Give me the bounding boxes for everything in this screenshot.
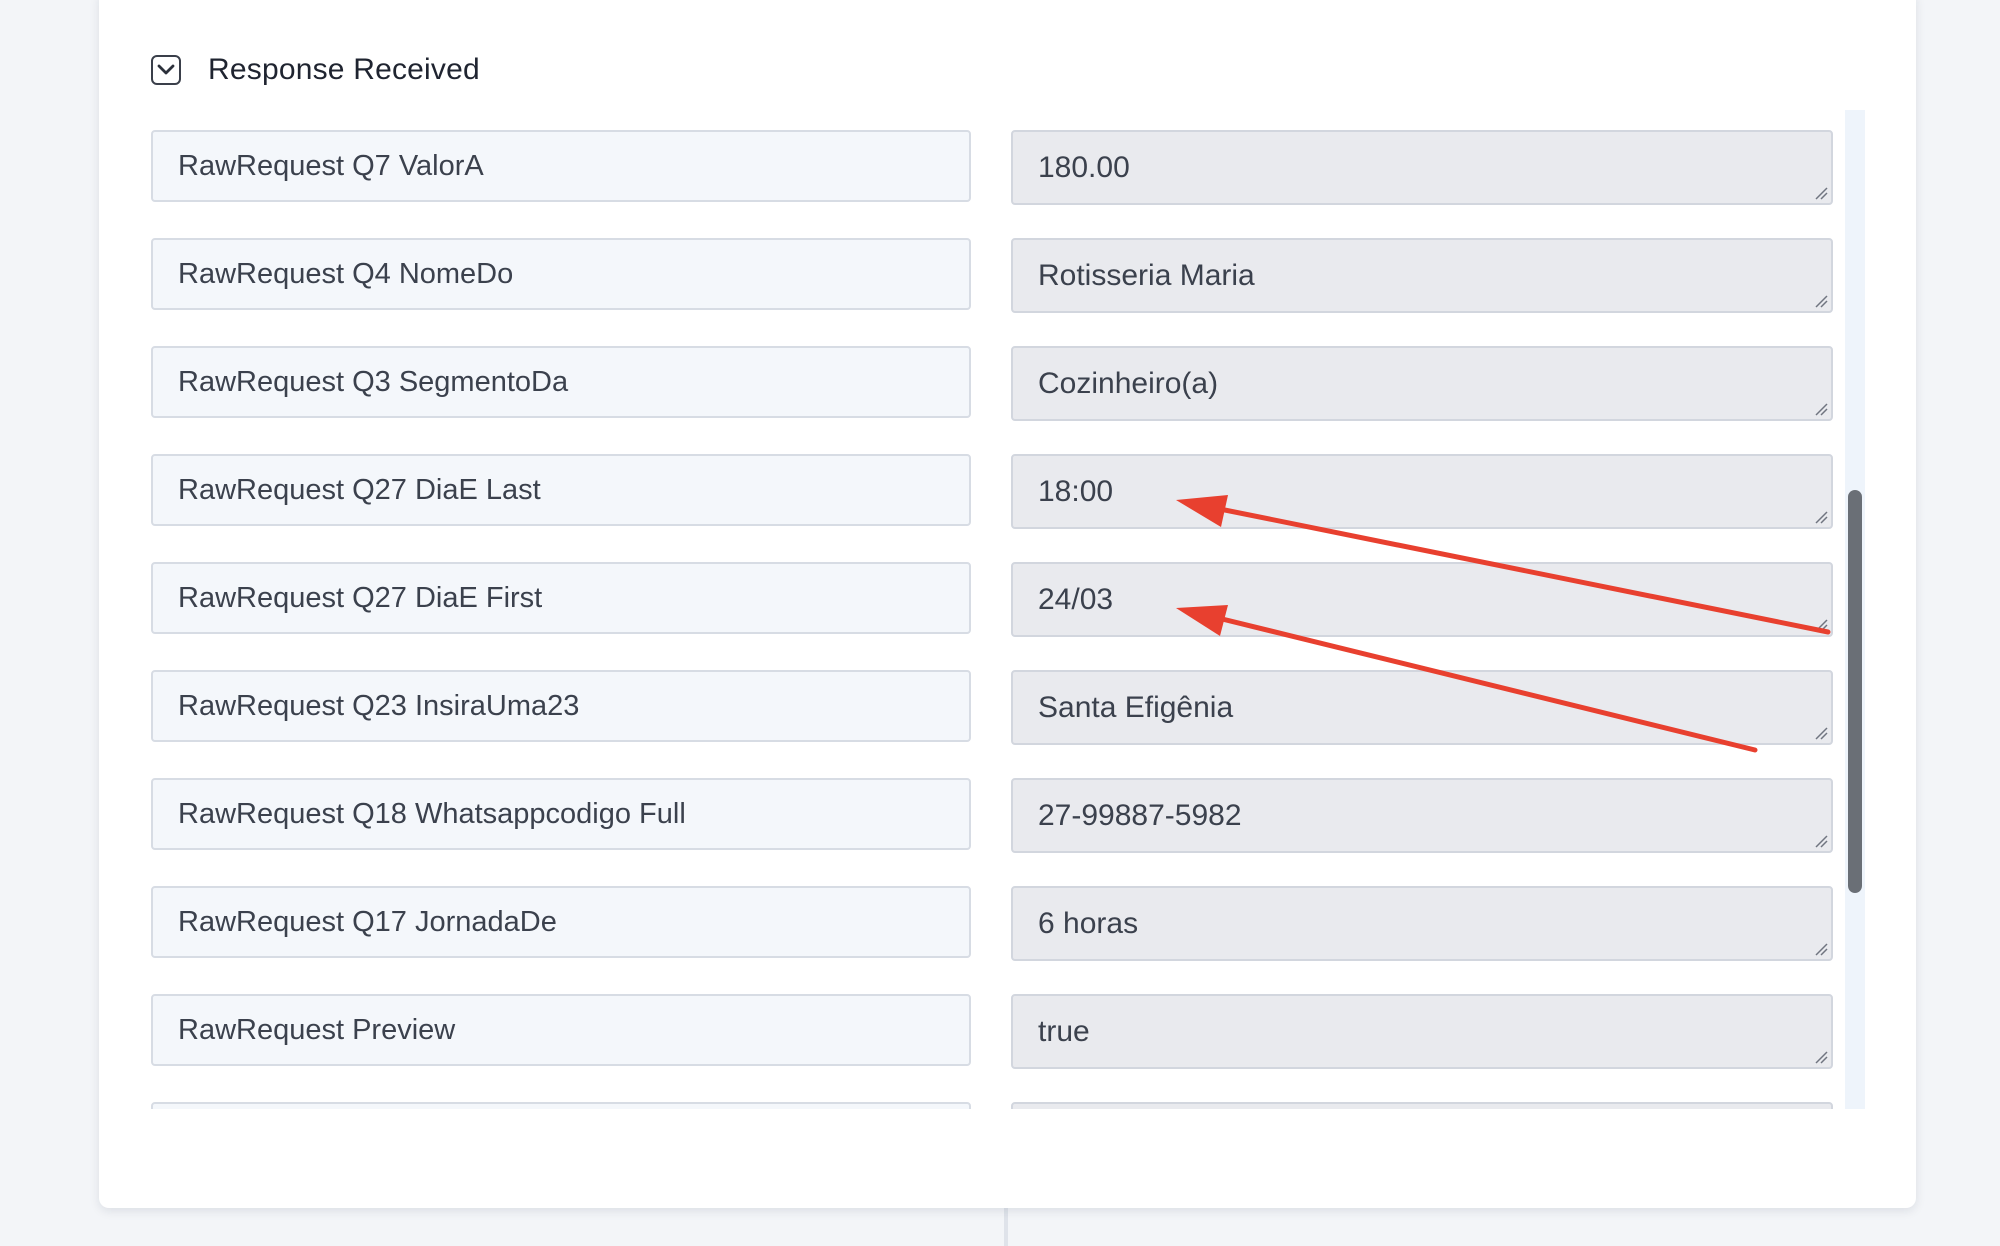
chevron-down-icon	[157, 64, 175, 75]
field-value-textarea[interactable]	[1011, 1102, 1833, 1109]
field-value-textarea[interactable]: 27-99887-5982	[1011, 778, 1833, 853]
connector-line	[1004, 1208, 1008, 1246]
field-value-text: 180.00	[1038, 150, 1130, 184]
field-value-textarea[interactable]: 6 horas	[1011, 886, 1833, 961]
field-value-text: Cozinheiro(a)	[1038, 366, 1219, 400]
field-key-input[interactable]: RawRequest Preview	[151, 994, 971, 1066]
resize-grip-icon[interactable]	[1814, 294, 1828, 308]
field-key-input[interactable]: RawRequest Q7 ValorA	[151, 130, 971, 202]
field-key-input[interactable]: RawRequest Q27 DiaE First	[151, 562, 971, 634]
resize-grip-icon[interactable]	[1814, 618, 1828, 632]
field-list: RawRequest Q7 ValorA 180.00 RawRequest Q…	[151, 110, 1863, 1109]
field-value-textarea[interactable]: 24/03	[1011, 562, 1833, 637]
field-value-textarea[interactable]: Rotisseria Maria	[1011, 238, 1833, 313]
field-value-text: 6 horas	[1038, 906, 1139, 940]
resize-grip-icon[interactable]	[1814, 726, 1828, 740]
resize-grip-icon[interactable]	[1814, 1050, 1828, 1064]
field-key-input[interactable]: RawRequest Q27 DiaE Last	[151, 454, 971, 526]
field-key-input[interactable]	[151, 1102, 971, 1109]
field-key-input[interactable]: RawRequest Q4 NomeDo	[151, 238, 971, 310]
field-value-text: Rotisseria Maria	[1038, 258, 1255, 292]
field-value-text: 18:00	[1038, 474, 1114, 508]
field-value-text: 24/03	[1038, 582, 1114, 616]
page: Response Received RawRequest Q7 ValorA 1…	[0, 0, 2000, 1246]
scrollbar-thumb[interactable]	[1848, 490, 1862, 893]
field-key-input[interactable]: RawRequest Q17 JornadaDe	[151, 886, 971, 958]
field-key-input[interactable]: RawRequest Q18 Whatsappcodigo Full	[151, 778, 971, 850]
field-value-textarea[interactable]: Cozinheiro(a)	[1011, 346, 1833, 421]
resize-grip-icon[interactable]	[1814, 834, 1828, 848]
resize-grip-icon[interactable]	[1814, 186, 1828, 200]
field-value-textarea[interactable]: 180.00	[1011, 130, 1833, 205]
field-value-textarea[interactable]: Santa Efigênia	[1011, 670, 1833, 745]
field-key-input[interactable]: RawRequest Q3 SegmentoDa	[151, 346, 971, 418]
field-value-text: Santa Efigênia	[1038, 690, 1234, 724]
collapse-toggle-button[interactable]	[151, 55, 181, 85]
resize-grip-icon[interactable]	[1814, 510, 1828, 524]
field-value-textarea[interactable]: true	[1011, 994, 1833, 1069]
field-value-text: true	[1038, 1014, 1090, 1048]
field-value-text: 27-99887-5982	[1038, 798, 1242, 832]
resize-grip-icon[interactable]	[1814, 402, 1828, 416]
field-value-textarea[interactable]: 18:00	[1011, 454, 1833, 529]
resize-grip-icon[interactable]	[1814, 942, 1828, 956]
section-header: Response Received	[151, 52, 480, 88]
section-title: Response Received	[208, 53, 480, 86]
field-key-input[interactable]: RawRequest Q23 InsiraUma23	[151, 670, 971, 742]
